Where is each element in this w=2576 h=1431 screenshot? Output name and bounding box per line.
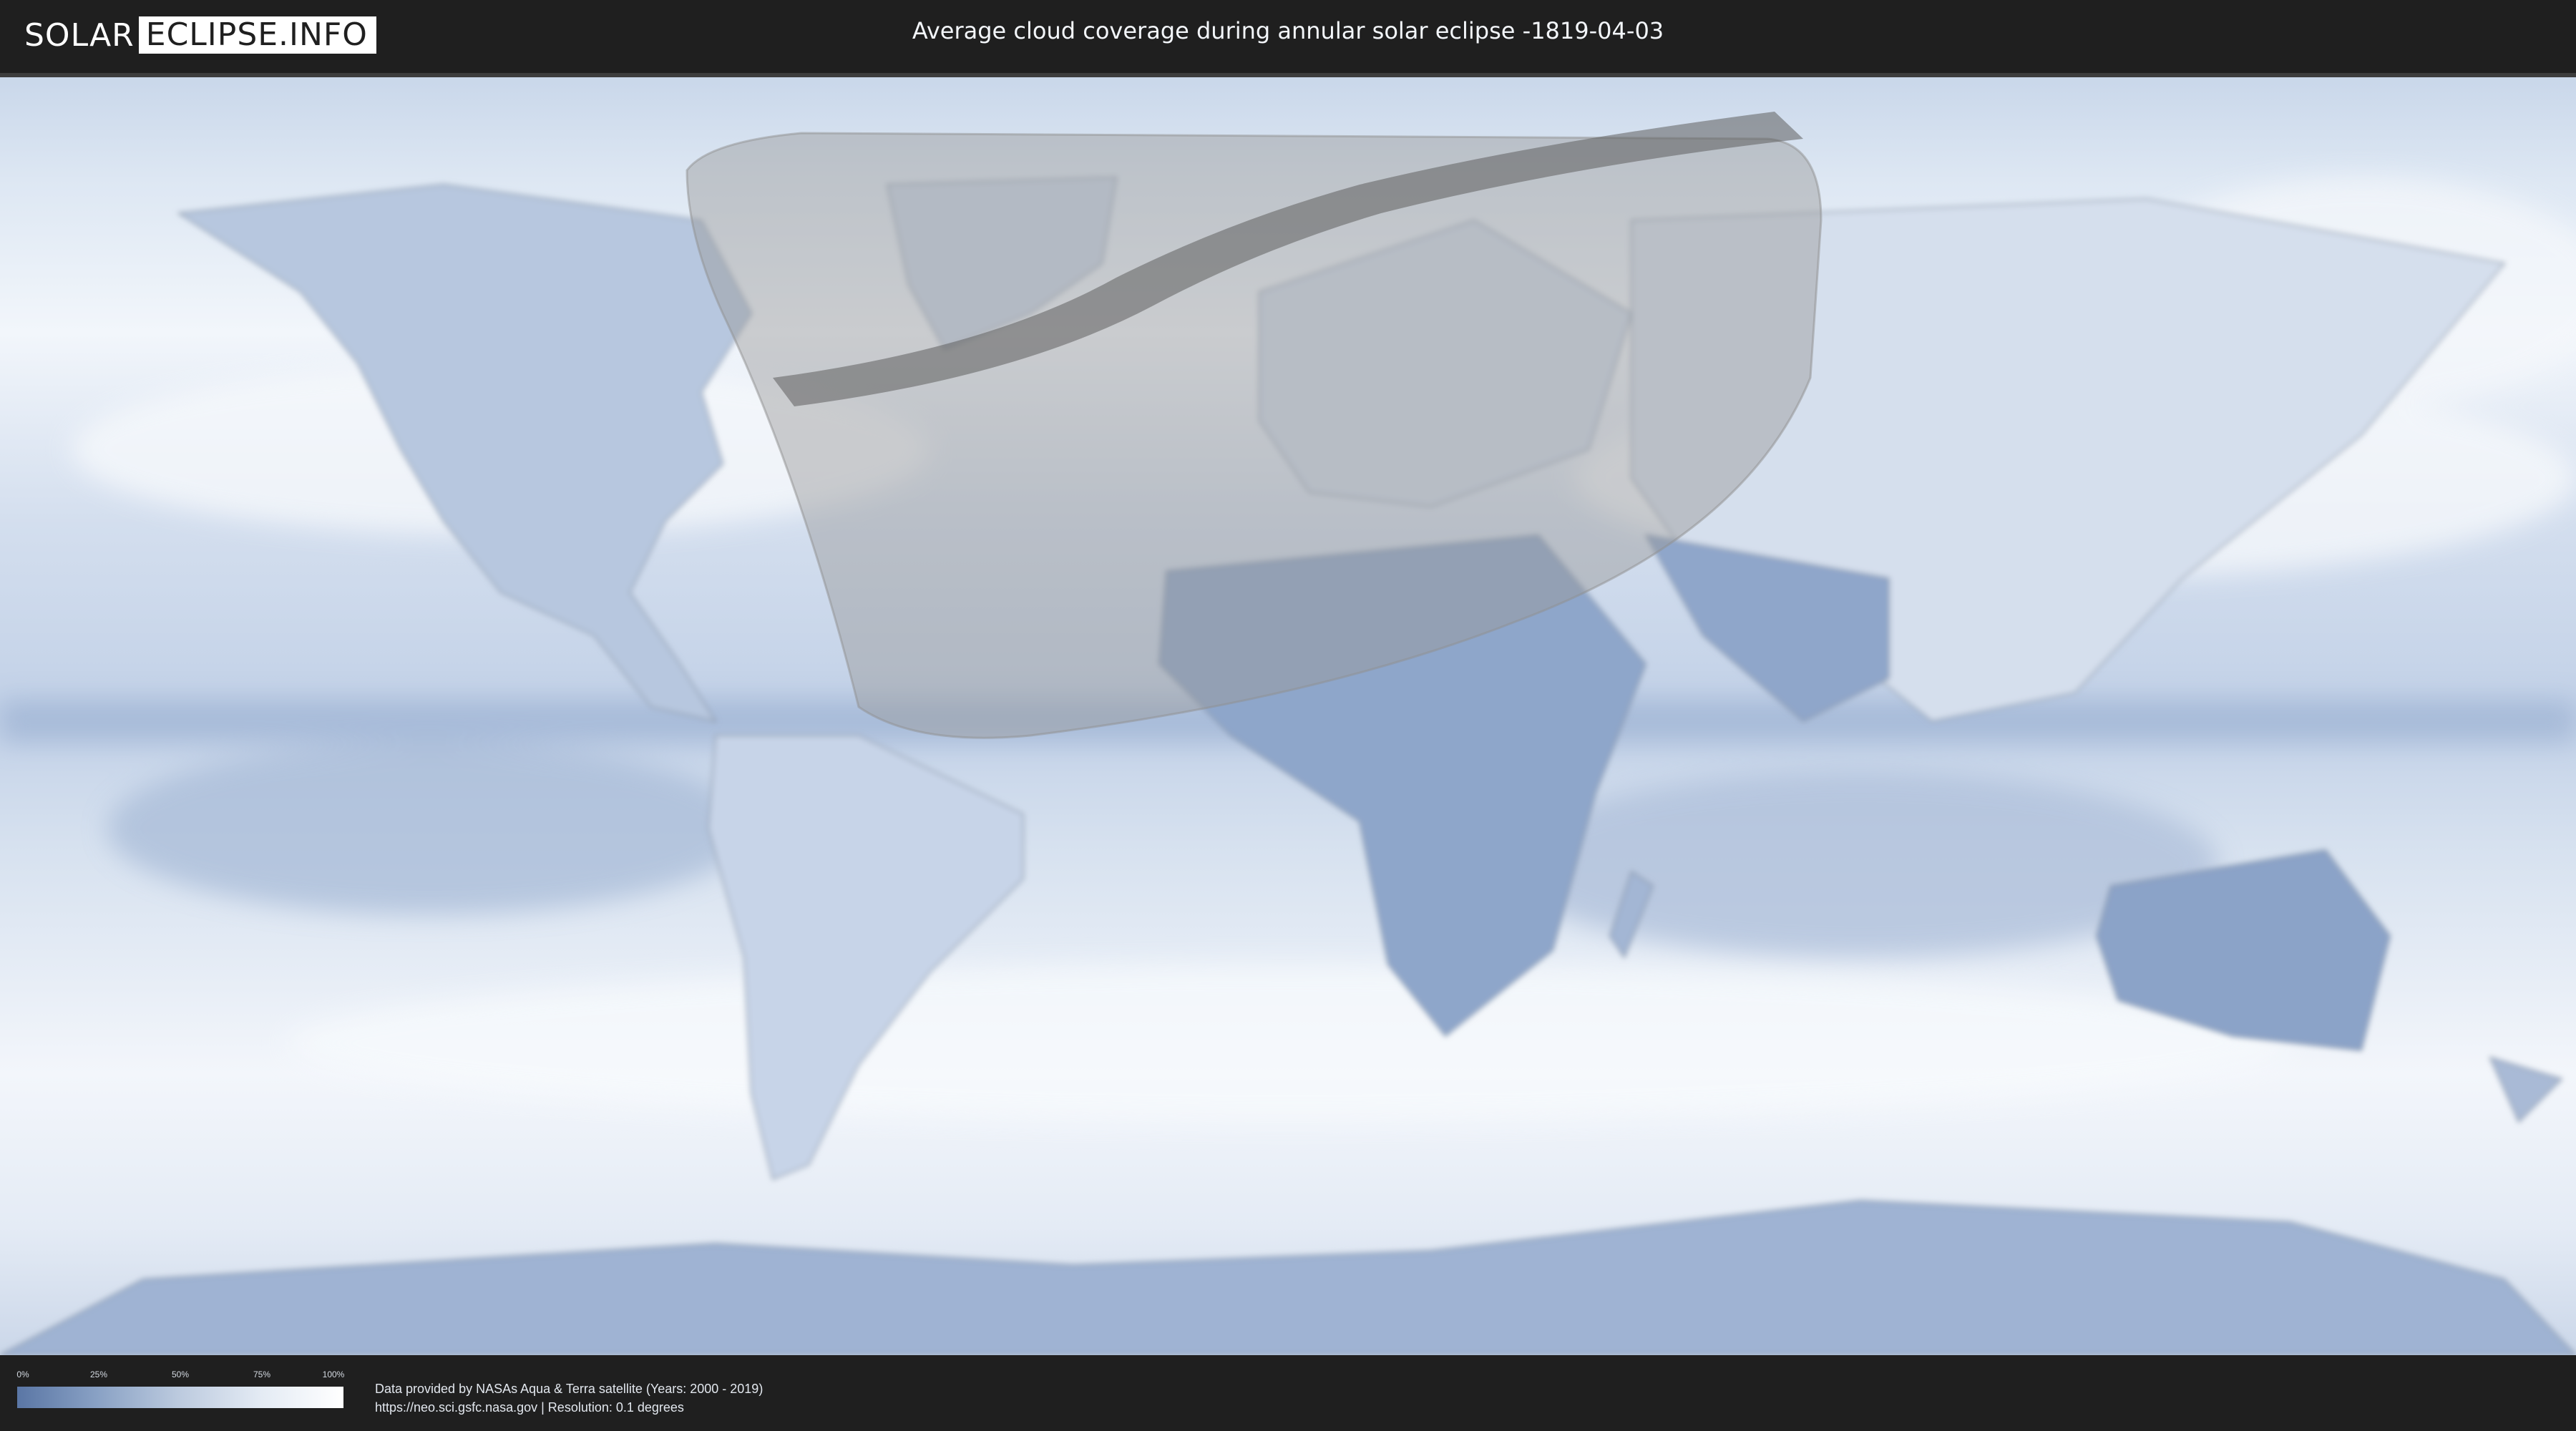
- header-bar: SOLAR ECLIPSE.INFO Average cloud coverag…: [0, 0, 2576, 73]
- data-source: Data provided by NASAs Aqua & Terra sate…: [375, 1379, 763, 1417]
- world-map-svg: [0, 77, 2576, 1355]
- cloud-coverage-map[interactable]: [0, 73, 2576, 1355]
- legend-color-bar: [17, 1387, 343, 1408]
- source-line-2[interactable]: https://neo.sci.gsfc.nasa.gov | Resoluti…: [375, 1398, 763, 1417]
- legend-tick-75: 75%: [253, 1369, 271, 1379]
- legend-tick-0: 0%: [16, 1369, 29, 1379]
- page-title: Average cloud coverage during annular so…: [912, 17, 1664, 44]
- footer-bar: 0% 25% 50% 75% 100% Data provided by NAS…: [0, 1355, 2576, 1431]
- legend-ticks: 0% 25% 50% 75% 100%: [16, 1369, 345, 1384]
- legend-tick-50: 50%: [171, 1369, 190, 1379]
- source-line-1: Data provided by NASAs Aqua & Terra sate…: [375, 1382, 763, 1396]
- legend-tick-25: 25%: [89, 1369, 108, 1379]
- cloud-coverage-legend: 0% 25% 50% 75% 100%: [16, 1369, 345, 1408]
- legend-tick-100: 100%: [322, 1369, 345, 1379]
